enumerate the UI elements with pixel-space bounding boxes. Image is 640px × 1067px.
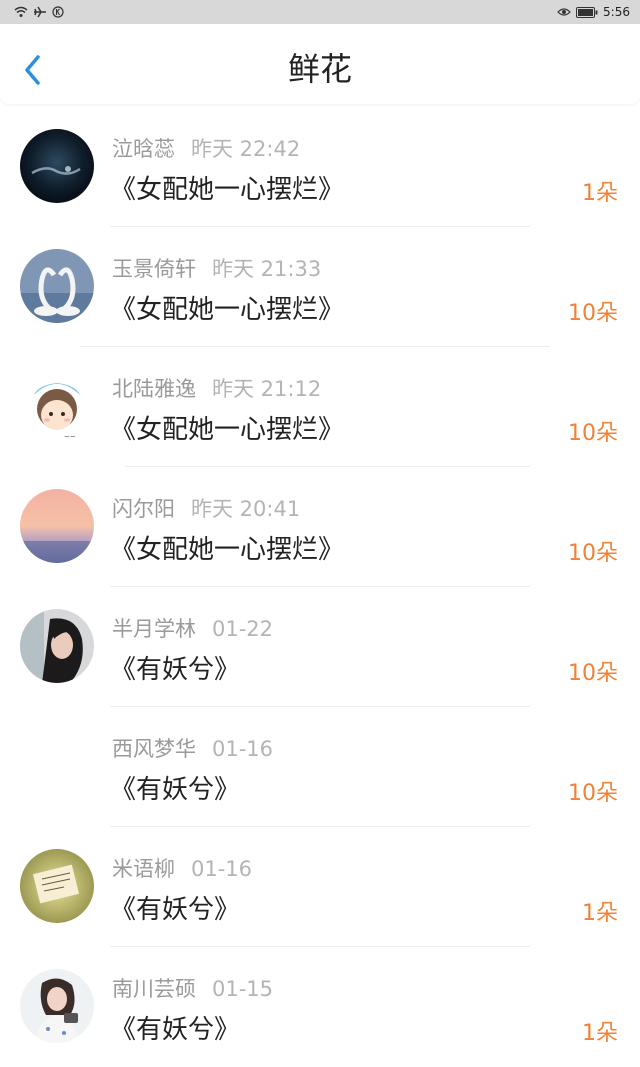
user-name[interactable]: 玉景倚轩 (112, 257, 196, 281)
book-title[interactable]: 《女配她一心摆烂》 (110, 289, 344, 326)
item-time: 01-16 (212, 737, 274, 761)
list-item[interactable]: 西风梦华 01-16 《有妖兮》 10朵 (0, 707, 640, 827)
list-item[interactable]: 泣晗蕊 昨天 22:42 《女配她一心摆烂》 1朵 (0, 107, 640, 227)
item-time: 昨天 22:42 (191, 137, 301, 161)
note-avatar-image (20, 849, 94, 923)
avatar[interactable] (20, 609, 94, 683)
night-sky-avatar-image (20, 129, 94, 203)
flower-count: 1朵 (582, 181, 618, 206)
item-time: 昨天 20:41 (191, 497, 301, 521)
list-item[interactable]: 米语柳 01-16 《有妖兮》 1朵 (0, 827, 640, 947)
swans-avatar-image (20, 249, 94, 323)
item-time: 昨天 21:12 (212, 377, 322, 401)
item-meta: 米语柳 01-16 (112, 853, 252, 883)
avatar[interactable] (20, 849, 94, 923)
status-bar: 5:56 (0, 0, 640, 24)
page-title: 鲜花 (287, 50, 352, 88)
list-item[interactable]: 半月学林 01-22 《有妖兮》 10朵 (0, 587, 640, 707)
flower-count: 10朵 (568, 781, 618, 806)
book-title[interactable]: 《女配她一心摆烂》 (110, 529, 344, 566)
item-meta: 西风梦华 01-16 (112, 733, 273, 763)
flower-count: 10朵 (568, 661, 618, 686)
list-item[interactable]: 玉景倚轩 昨天 21:33 《女配她一心摆烂》 10朵 (0, 227, 640, 347)
flower-count: 10朵 (568, 421, 618, 446)
avatar[interactable]: ~~ (20, 369, 94, 443)
status-time: 5:56 (603, 5, 630, 19)
avatar[interactable] (20, 129, 94, 203)
item-meta: 南川芸硕 01-15 (112, 973, 273, 1003)
flower-count: 1朵 (582, 901, 618, 926)
eye-icon (557, 8, 571, 16)
book-title[interactable]: 《女配她一心摆烂》 (110, 169, 344, 206)
battery-icon (576, 6, 598, 18)
item-meta: 闪尔阳 昨天 20:41 (112, 493, 300, 523)
user-name[interactable]: 南川芸硕 (112, 977, 196, 1001)
item-meta: 半月学林 01-22 (112, 613, 273, 643)
item-meta: 玉景倚轩 昨天 21:33 (112, 253, 321, 283)
item-time: 01-22 (212, 617, 274, 641)
book-title[interactable]: 《有妖兮》 (110, 889, 240, 926)
cartoon-avatar-image: ~~ (20, 369, 94, 443)
book-title[interactable]: 《有妖兮》 (110, 649, 240, 686)
book-title[interactable]: 《女配她一心摆烂》 (110, 409, 344, 446)
wifi-icon (14, 6, 28, 17)
girl-avatar-image (20, 969, 94, 1043)
avatar[interactable] (20, 249, 94, 323)
portrait-avatar-image (20, 609, 94, 683)
status-left (14, 6, 64, 18)
book-title[interactable]: 《有妖兮》 (110, 1009, 240, 1046)
book-title[interactable]: 《有妖兮》 (110, 769, 240, 806)
list-item[interactable]: 闪尔阳 昨天 20:41 《女配她一心摆烂》 10朵 (0, 467, 640, 587)
list-item[interactable]: ~~ 北陆雅逸 昨天 21:12 《女配她一心摆烂》 10朵 (0, 347, 640, 467)
list-item[interactable]: 南川芸硕 01-15 《有妖兮》 1朵 (0, 947, 640, 1067)
airplane-icon (34, 6, 46, 18)
user-name[interactable]: 泣晗蕊 (112, 137, 175, 161)
status-right: 5:56 (557, 5, 630, 19)
avatar[interactable] (20, 969, 94, 1043)
avatar[interactable] (20, 489, 94, 563)
item-meta: 泣晗蕊 昨天 22:42 (112, 133, 300, 163)
flower-list: 泣晗蕊 昨天 22:42 《女配她一心摆烂》 1朵 玉景倚轩 昨天 21:33 《女… (0, 107, 640, 1067)
user-name[interactable]: 闪尔阳 (112, 497, 175, 521)
user-name[interactable]: 半月学林 (112, 617, 196, 641)
item-time: 昨天 21:33 (212, 257, 322, 281)
item-time: 01-15 (212, 977, 274, 1001)
user-name[interactable]: 西风梦华 (112, 737, 196, 761)
user-name[interactable]: 北陆雅逸 (112, 377, 196, 401)
svg-text:~~: ~~ (64, 433, 76, 441)
flower-count: 1朵 (582, 1021, 618, 1046)
user-name[interactable]: 米语柳 (112, 857, 175, 881)
sunset-avatar-image (20, 489, 94, 563)
flower-count: 10朵 (568, 301, 618, 326)
item-meta: 北陆雅逸 昨天 21:12 (112, 373, 321, 403)
item-time: 01-16 (191, 857, 253, 881)
k-badge-icon (52, 6, 64, 18)
header-bar: 鲜花 (0, 24, 640, 104)
flower-count: 10朵 (568, 541, 618, 566)
